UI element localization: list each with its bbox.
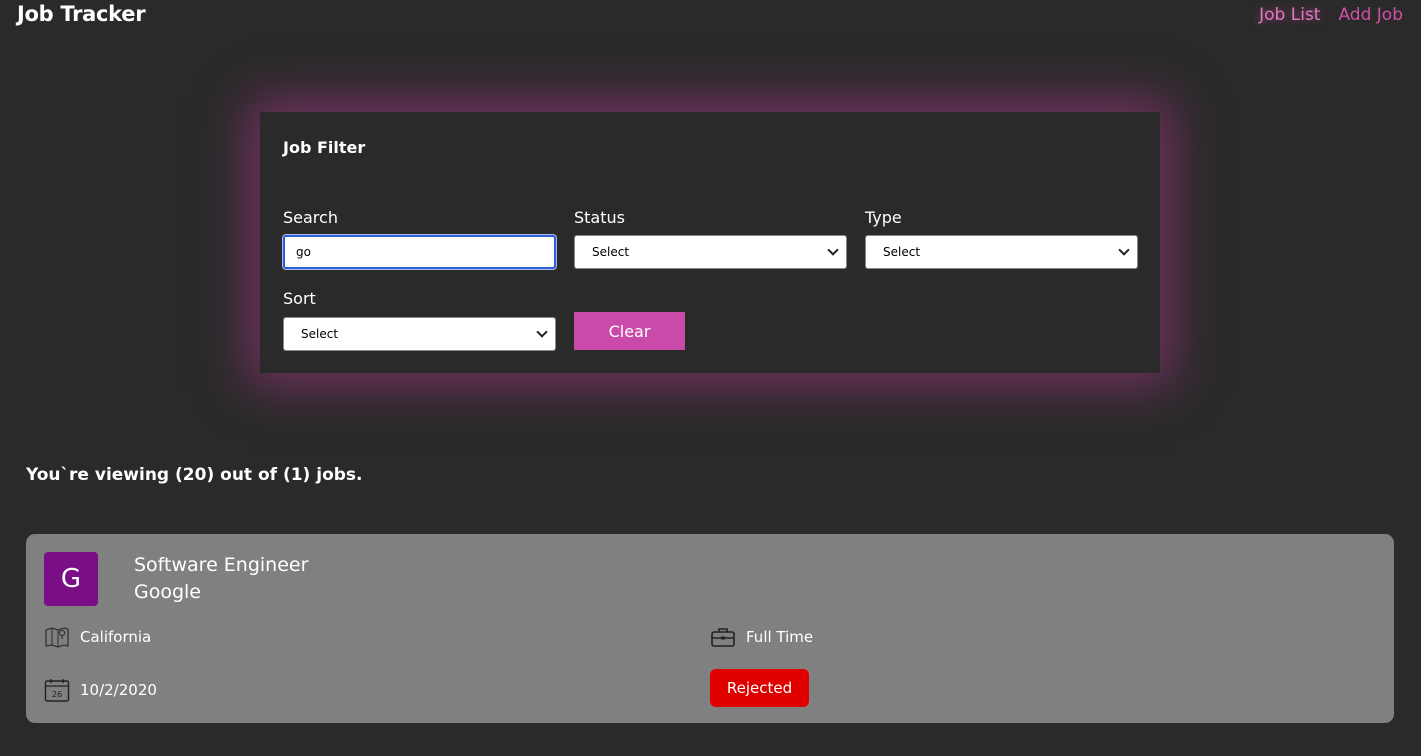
job-type: Full Time <box>710 624 813 650</box>
company-avatar: G <box>44 552 98 606</box>
job-location: California <box>44 624 151 650</box>
main-nav: Job List Add Job <box>1259 5 1403 25</box>
app-title: Job Tracker <box>17 2 146 26</box>
job-title: Software Engineer <box>134 554 309 576</box>
type-select[interactable]: Select <box>865 235 1138 269</box>
type-label: Type <box>865 208 902 227</box>
chevron-down-icon <box>826 245 840 259</box>
search-input[interactable] <box>282 234 557 270</box>
job-location-text: California <box>80 628 152 646</box>
nav-add-job-link[interactable]: Add Job <box>1338 5 1403 25</box>
job-date-text: 10/2/2020 <box>80 681 157 699</box>
sort-label: Sort <box>283 289 316 308</box>
job-card[interactable]: G Software Engineer Google California Fu… <box>26 534 1394 723</box>
status-label: Status <box>574 208 625 227</box>
type-select-value: Select <box>883 245 921 259</box>
search-label: Search <box>283 208 338 227</box>
chevron-down-icon <box>1117 245 1131 259</box>
job-type-text: Full Time <box>746 628 814 646</box>
clear-button[interactable]: Clear <box>574 312 685 350</box>
calendar-day: 26 <box>52 690 62 699</box>
job-company: Google <box>134 581 202 603</box>
status-badge: Rejected <box>710 669 809 707</box>
status-select-value: Select <box>592 245 630 259</box>
nav-job-list-link[interactable]: Job List <box>1259 5 1320 25</box>
top-bar: Job Tracker Job List Add Job <box>0 0 1421 40</box>
job-date: 26 10/2/2020 <box>44 677 157 703</box>
sort-select[interactable]: Select <box>283 317 556 351</box>
jobs-summary: You`re viewing (20) out of (1) jobs. <box>26 465 363 485</box>
briefcase-icon <box>711 628 735 647</box>
sort-select-value: Select <box>301 327 339 341</box>
calendar-icon: 26 <box>44 679 70 702</box>
job-filter-panel: Job Filter Search Status Select Type Sel… <box>260 112 1160 373</box>
chevron-down-icon <box>535 327 549 341</box>
filter-title: Job Filter <box>283 138 366 157</box>
map-icon <box>45 627 69 648</box>
status-select[interactable]: Select <box>574 235 847 269</box>
